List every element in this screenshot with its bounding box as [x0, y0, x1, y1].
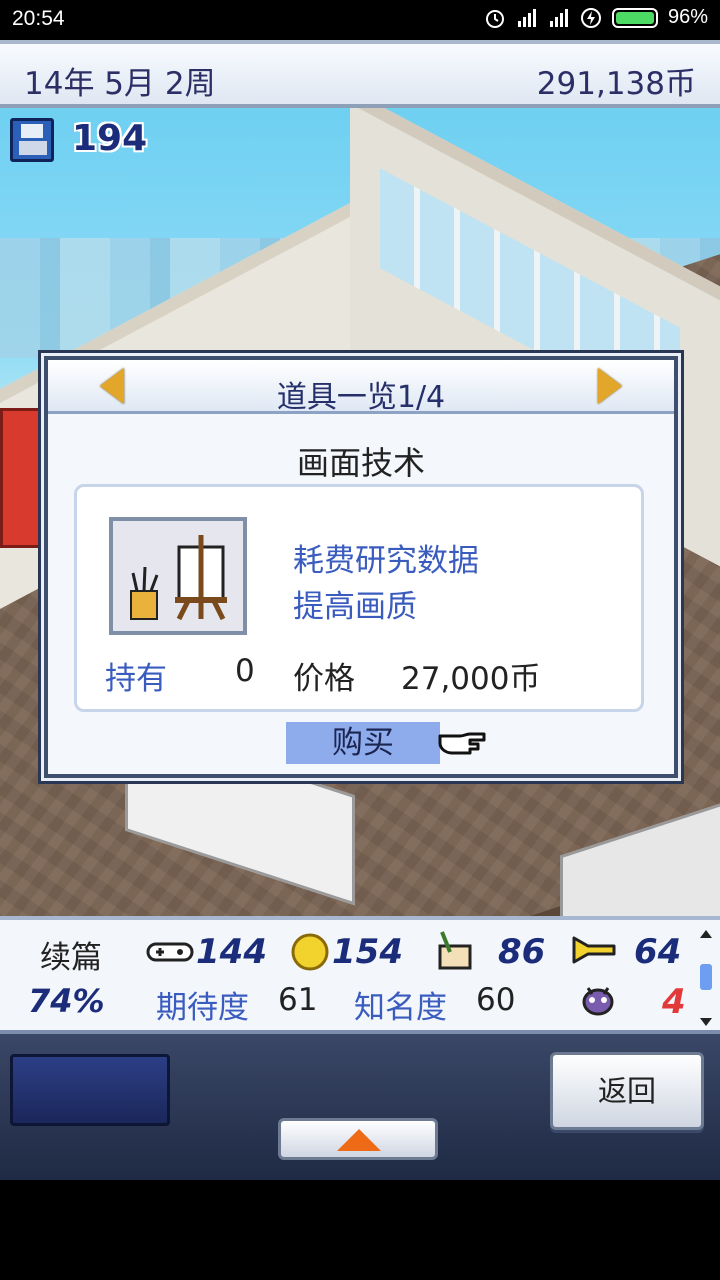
lightbulb-icon: [291, 933, 329, 971]
signal-icon: [549, 8, 568, 27]
signal-icon: [517, 8, 536, 27]
bug-count: 4: [662, 982, 686, 1022]
expectation-value: 61: [278, 982, 318, 1018]
item-description-line2: 提高画质: [293, 589, 417, 625]
status-icons: 96%: [484, 6, 708, 29]
buy-button[interactable]: 购买: [286, 722, 440, 764]
battery-percent: 96%: [667, 6, 708, 28]
owned-value: 0: [235, 653, 255, 689]
fame-value: 60: [476, 982, 516, 1018]
fame-label: 知名度: [354, 990, 447, 1026]
stats-scrollbar[interactable]: [698, 928, 714, 1028]
creativity-value: 154: [332, 932, 403, 972]
up-arrow-icon: [337, 1129, 381, 1151]
charging-icon: [580, 7, 601, 28]
back-button[interactable]: 返回: [550, 1052, 704, 1130]
vending-machine: [0, 408, 44, 548]
nav-bar-area: [0, 1180, 720, 1280]
status-time: 20:54: [12, 7, 65, 30]
status-bar: 20:54 96%: [0, 0, 720, 40]
back-button-label: 返回: [597, 1074, 656, 1108]
floppy-disk-icon: [10, 118, 54, 162]
graphics-brush-icon: [438, 931, 472, 970]
item-name: 画面技术: [296, 444, 425, 482]
easel-brush-icon: [109, 517, 247, 635]
dialog-header: 道具一览1/4: [48, 360, 674, 415]
sound-value: 64: [634, 932, 682, 972]
bug-icon: [582, 987, 614, 1016]
game-date: 14年 5月 2周: [24, 66, 216, 102]
development-progress: 74%: [28, 982, 105, 1020]
pointing-hand-icon: [438, 732, 486, 755]
next-page-arrow-icon[interactable]: [598, 368, 622, 404]
alarm-icon: [485, 9, 504, 28]
game-stats-panel: 续篇 74% 144 154 86 64 期待度 61 知名度 60 4: [0, 916, 720, 1034]
sequel-label: 续篇: [40, 940, 102, 976]
item-list-dialog: 道具一览1/4 画面技术 耗费研究数据 提高画质 持有 0 价格 27,000币…: [44, 356, 678, 778]
graphics-value: 86: [498, 932, 546, 972]
expectation-label: 期待度: [156, 990, 249, 1026]
item-description-line1: 耗费研究数据: [293, 543, 479, 579]
empty-slot-button[interactable]: [10, 1054, 170, 1126]
gamepad-icon: [146, 942, 194, 962]
dialog-title: 道具一览1/4: [276, 380, 446, 415]
item-card: 耗费研究数据 提高画质 持有 0 价格 27,000币: [74, 484, 644, 712]
price-label: 价格: [293, 661, 355, 697]
fun-value: 144: [196, 932, 267, 972]
price-value: 27,000币: [401, 661, 541, 697]
battery-icon: [611, 7, 658, 28]
trumpet-icon: [572, 936, 616, 964]
research-data-count: 194: [72, 118, 148, 159]
money-display: 291,138币: [536, 66, 696, 102]
bottom-controls: 返回: [0, 1034, 720, 1180]
date-money-bar: 14年 5月 2周 291,138币: [0, 40, 720, 108]
owned-label: 持有: [105, 661, 167, 697]
expand-menu-button[interactable]: [278, 1118, 438, 1160]
